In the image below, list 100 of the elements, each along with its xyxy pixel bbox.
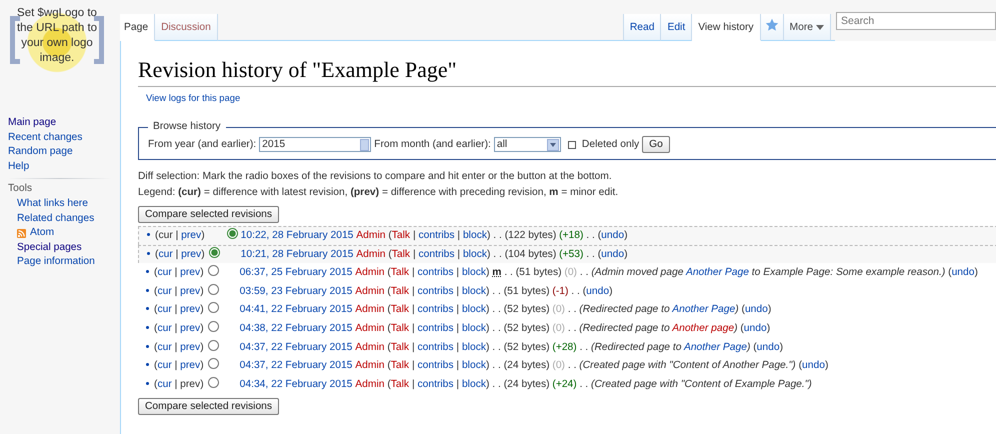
history-link[interactable]: prev	[180, 342, 200, 353]
history-link[interactable]: undo	[601, 230, 624, 241]
history-link[interactable]: undo	[756, 342, 780, 353]
history-link[interactable]: undo	[601, 248, 624, 260]
history-link[interactable]: block	[462, 360, 486, 372]
month-dropdown[interactable]: all	[494, 137, 561, 152]
view-logs-link[interactable]: View logs for this page	[146, 92, 240, 103]
sidebar-link[interactable]: Related changes	[17, 212, 120, 226]
history-link[interactable]: contribs	[418, 248, 455, 260]
summary-link[interactable]: Another page	[672, 322, 734, 334]
revision-date-link[interactable]: 04:38, 22 February 2015	[240, 322, 352, 334]
history-link[interactable]: cur	[157, 360, 172, 372]
sidebar-link[interactable]: Random page	[8, 145, 120, 160]
more-menu[interactable]: More	[784, 14, 831, 41]
history-link[interactable]: block	[462, 378, 486, 390]
missing-page-link[interactable]: Talk	[390, 342, 410, 353]
sidebar-link[interactable]: Page information	[17, 255, 120, 270]
radio-button[interactable]	[208, 358, 219, 370]
history-link[interactable]: block	[462, 342, 486, 353]
page-tab[interactable]: Discussion	[155, 14, 218, 41]
view-tab[interactable]: Edit	[661, 14, 692, 41]
summary-link[interactable]: Another Page	[672, 304, 736, 316]
missing-page-link[interactable]: Talk	[390, 322, 410, 334]
revision-date-link[interactable]: 04:41, 22 February 2015	[240, 304, 352, 316]
revision-date-link[interactable]: 03:59, 23 February 2015	[240, 286, 352, 297]
history-link[interactable]: block	[462, 230, 487, 241]
history-link[interactable]: contribs	[418, 230, 455, 241]
history-link[interactable]: prev	[180, 322, 200, 334]
search-field[interactable]: Search	[836, 12, 996, 30]
history-link[interactable]: prev	[180, 304, 200, 316]
sidebar-link[interactable]: Atom	[30, 226, 54, 241]
history-link[interactable]: contribs	[417, 322, 454, 334]
view-tab[interactable]: Read	[622, 14, 662, 41]
history-link[interactable]: prev	[181, 248, 202, 260]
history-link[interactable]: block	[462, 286, 486, 297]
history-link[interactable]: cur	[157, 304, 172, 316]
history-link[interactable]: contribs	[417, 342, 454, 353]
history-link[interactable]: prev	[180, 360, 200, 372]
history-link[interactable]: cur	[157, 322, 172, 334]
history-link[interactable]: cur	[158, 248, 173, 260]
history-link[interactable]: prev	[181, 230, 202, 241]
history-link[interactable]: cur	[157, 286, 172, 297]
sidebar-link[interactable]: Main page	[8, 116, 120, 131]
history-link[interactable]: undo	[744, 322, 767, 334]
radio-button[interactable]	[208, 284, 219, 295]
history-link[interactable]: cur	[157, 378, 172, 390]
missing-page-link[interactable]: Talk	[392, 230, 410, 241]
history-link[interactable]: contribs	[417, 378, 454, 390]
star-icon[interactable]	[764, 18, 779, 32]
history-link[interactable]: block	[462, 304, 486, 316]
revision-date-link[interactable]: 10:22, 28 February 2015	[240, 230, 354, 241]
missing-page-link[interactable]: Talk	[390, 267, 410, 278]
missing-page-link[interactable]: Admin	[355, 378, 384, 390]
page-tab[interactable]: Page	[120, 14, 156, 41]
missing-page-link[interactable]: Admin	[355, 304, 384, 316]
revision-date-link[interactable]: 04:37, 22 February 2015	[240, 342, 352, 353]
history-link[interactable]: undo	[744, 304, 768, 316]
sidebar-link[interactable]: What links here	[17, 196, 120, 212]
history-link[interactable]: block	[462, 267, 486, 278]
history-link[interactable]: contribs	[417, 267, 454, 278]
summary-link[interactable]: Another Page	[686, 267, 749, 278]
sidebar-link[interactable]: Special pages	[17, 240, 120, 256]
history-link[interactable]: contribs	[417, 360, 454, 372]
missing-page-link[interactable]: Admin	[355, 360, 384, 372]
revision-date-link[interactable]: 04:37, 22 February 2015	[240, 360, 352, 372]
missing-page-link[interactable]: Admin	[355, 286, 384, 297]
history-link[interactable]: cur	[157, 342, 172, 353]
year-field[interactable]: 2015	[259, 137, 372, 152]
missing-page-link[interactable]: Talk	[390, 360, 410, 372]
revision-date-link[interactable]: 10:21, 28 February 2015	[240, 248, 354, 260]
history-link[interactable]: prev	[180, 267, 200, 278]
missing-page-link[interactable]: Admin	[356, 248, 386, 260]
history-link[interactable]: block	[462, 248, 487, 260]
radio-button[interactable]	[226, 228, 238, 239]
revision-date-link[interactable]: 06:37, 25 February 2015	[240, 267, 352, 278]
view-tab[interactable]: View history	[692, 14, 761, 41]
history-link[interactable]: contribs	[417, 304, 454, 316]
go-button[interactable]: Go	[642, 136, 670, 153]
history-link[interactable]: undo	[586, 286, 610, 297]
history-link[interactable]: undo	[802, 360, 825, 372]
compare-button[interactable]: Compare selected revisions	[138, 398, 280, 416]
missing-page-link[interactable]: Talk	[390, 304, 410, 316]
radio-button[interactable]	[208, 265, 219, 276]
compare-button[interactable]: Compare selected revisions	[138, 206, 280, 223]
missing-page-link[interactable]: Admin	[355, 267, 384, 278]
missing-page-link[interactable]: Admin	[356, 230, 386, 241]
sidebar-link[interactable]: Recent changes	[8, 130, 120, 146]
radio-button[interactable]	[208, 246, 220, 258]
radio-button[interactable]	[208, 320, 219, 332]
history-link[interactable]: block	[462, 322, 486, 334]
missing-page-link[interactable]: Talk	[390, 378, 410, 390]
sidebar-link[interactable]: Help	[8, 160, 120, 174]
checkbox[interactable]	[568, 140, 576, 148]
radio-button[interactable]	[208, 376, 219, 388]
missing-page-link[interactable]: Admin	[355, 342, 384, 353]
missing-page-link[interactable]: Talk	[390, 286, 410, 297]
radio-button[interactable]	[208, 340, 219, 351]
history-link[interactable]: prev	[180, 286, 200, 297]
summary-link[interactable]: Another Page	[684, 342, 747, 353]
history-link[interactable]: cur	[157, 267, 172, 278]
